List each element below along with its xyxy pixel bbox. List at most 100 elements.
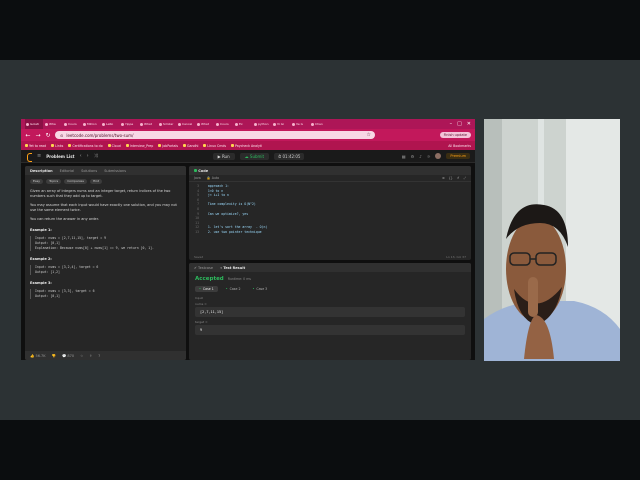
problem-statement: Given an array of integers nums and an i…	[30, 189, 171, 198]
code-text: Can we optimize?, yes	[204, 211, 249, 216]
maximize-icon[interactable]: □	[457, 121, 462, 127]
tab-editorial[interactable]: Editorial	[60, 169, 74, 173]
bookmark-label: Yet to read	[29, 143, 47, 148]
bell-icon[interactable]: ♪	[419, 154, 422, 159]
tab-title: Isolati	[30, 122, 39, 126]
minimize-icon[interactable]: –	[450, 121, 453, 127]
tab-test-result[interactable]: ⌁ Test Result	[220, 266, 245, 270]
timer[interactable]: ⏱ 01:42:05	[274, 152, 305, 160]
bookmark-item[interactable]: Interview_Prep	[125, 144, 153, 148]
code-text: j< i+1 to n	[204, 193, 229, 198]
shuffle-icon[interactable]: ⤨	[94, 153, 98, 159]
streak-icon[interactable]: ☼	[427, 154, 431, 159]
browser-tab[interactable]: Million	[82, 119, 100, 129]
forward-arrow-icon[interactable]: →	[35, 132, 41, 139]
browser-tab[interactable]: Isolati	[25, 119, 43, 129]
browser-tab[interactable]: Similar	[158, 119, 176, 129]
autosave-indicator: 🔒 Auto	[206, 176, 220, 180]
bookmark-star-icon[interactable]: ☆	[367, 132, 371, 138]
language-select[interactable]: Java	[194, 176, 201, 180]
next-problem-icon[interactable]: ›	[87, 153, 89, 159]
share-icon[interactable]: ⇪	[89, 354, 92, 358]
list-icon[interactable]: ≡	[37, 153, 41, 159]
dislike-icon[interactable]: 👎	[52, 354, 56, 358]
browser-tab[interactable]: Ve G	[291, 119, 309, 129]
bookmark-item[interactable]: Paycheck Analyti	[231, 144, 262, 148]
premium-button[interactable]: Premium	[446, 153, 470, 159]
browser-tab[interactable]: Vi Gi	[272, 119, 290, 129]
tab-title: What	[144, 122, 152, 126]
tab-solutions[interactable]: Solutions	[81, 169, 97, 173]
tab-description[interactable]: Description	[30, 169, 53, 173]
code-editor[interactable]: 3 approach 1: 4 1<0 to n5 j< i+1 to n67 T…	[189, 182, 471, 237]
case-3-tab[interactable]: • Case 3	[248, 286, 271, 292]
finish-update-button[interactable]: Finish update	[439, 132, 471, 138]
case-1-tab[interactable]: • Case 1	[195, 286, 218, 292]
browser-tab[interactable]: Cancel	[177, 119, 195, 129]
layout-icon[interactable]: ▦	[402, 154, 406, 159]
browser-tab[interactable]: Cours	[215, 119, 233, 129]
topics-chip[interactable]: Topics	[46, 179, 62, 184]
like-button[interactable]: 👍 56.7K	[30, 354, 46, 358]
run-button[interactable]: ▶ Run	[212, 152, 235, 160]
comments-button[interactable]: 💬 870	[62, 354, 74, 358]
tab-title: Similar	[163, 122, 174, 126]
check-icon: •	[199, 287, 201, 291]
bookmark-label: JobPortals	[162, 143, 179, 148]
tab-favicon-icon	[26, 122, 29, 126]
help-icon[interactable]: ?	[98, 354, 100, 358]
tab-favicon-icon	[64, 122, 67, 126]
bookmark-item[interactable]: Yet to read	[25, 144, 46, 148]
format-icon[interactable]: ≣	[442, 176, 445, 180]
test-result-pane: ✔ Testcase ⌁ Test Result Accepted Runtim…	[189, 263, 471, 360]
tab-title: LeRo	[106, 122, 114, 126]
prev-problem-icon[interactable]: ‹	[80, 153, 82, 159]
browser-tab[interactable]: What	[139, 119, 157, 129]
runtime-label: Runtime: 0 ms	[227, 277, 251, 281]
bookmark-label: Cloud	[111, 143, 121, 148]
folder-icon	[231, 144, 235, 147]
tab-testcase[interactable]: ✔ Testcase	[194, 266, 213, 270]
folder-icon	[125, 144, 129, 147]
tab-submissions[interactable]: Submissions	[104, 169, 126, 173]
all-bookmarks[interactable]: All Bookmarks	[448, 144, 475, 148]
reset-icon[interactable]: ↺	[457, 176, 460, 180]
close-icon[interactable]: ✕	[467, 121, 471, 127]
problem-list-link[interactable]: Problem List	[46, 154, 74, 159]
bookmark-item[interactable]: Links	[51, 144, 63, 148]
avatar[interactable]	[435, 153, 442, 159]
favorite-icon[interactable]: ☆	[80, 354, 83, 358]
tab-code[interactable]: Code	[194, 168, 208, 173]
site-info-icon[interactable]: ⊙	[60, 133, 63, 138]
settings-icon[interactable]: ⚙	[411, 154, 415, 159]
browser-tab[interactable]: Cours	[63, 119, 81, 129]
browser-tab[interactable]: python	[253, 119, 271, 129]
bookmark-label: Links	[55, 143, 64, 148]
bookmark-item[interactable]: Certifications to do	[68, 144, 103, 148]
back-arrow-icon[interactable]: ←	[25, 132, 31, 139]
case-2-label: Case 2	[229, 287, 241, 291]
tab-title: Cours	[68, 122, 77, 126]
leetcode-logo-icon[interactable]	[26, 152, 32, 162]
bookmark-item[interactable]: Gandhi	[183, 144, 198, 148]
browser-tab[interactable]: Yippe	[120, 119, 138, 129]
braces-icon[interactable]: {}	[449, 176, 453, 180]
bookmark-item[interactable]: JobPortals	[158, 144, 178, 148]
bookmark-item[interactable]: Cloud	[107, 143, 121, 148]
companies-chip[interactable]: Companies	[64, 179, 87, 184]
tab-favicon-icon	[140, 122, 143, 126]
case-2-tab[interactable]: • Case 2	[222, 286, 245, 292]
hint-chip[interactable]: Hint	[89, 179, 103, 184]
address-bar[interactable]: ⊙ leetcode.com/problems/two-sum/ ☆	[55, 131, 375, 139]
reload-icon[interactable]: ↻	[45, 132, 51, 139]
webcam-feed	[484, 119, 620, 361]
browser-tab[interactable]: LeRo	[101, 119, 119, 129]
browser-tab[interactable]: Wha	[44, 119, 62, 129]
browser-tab[interactable]: Ex	[234, 119, 252, 129]
fullscreen-icon[interactable]: ⤢	[463, 176, 466, 180]
browser-tab[interactable]: Chan	[310, 119, 328, 129]
browser-tab[interactable]: What	[196, 119, 214, 129]
bookmark-item[interactable]: Linux Cmds	[203, 144, 226, 148]
submit-button[interactable]: ☁ Submit	[239, 152, 270, 160]
result-status: Accepted Runtime: 0 ms	[195, 276, 465, 282]
